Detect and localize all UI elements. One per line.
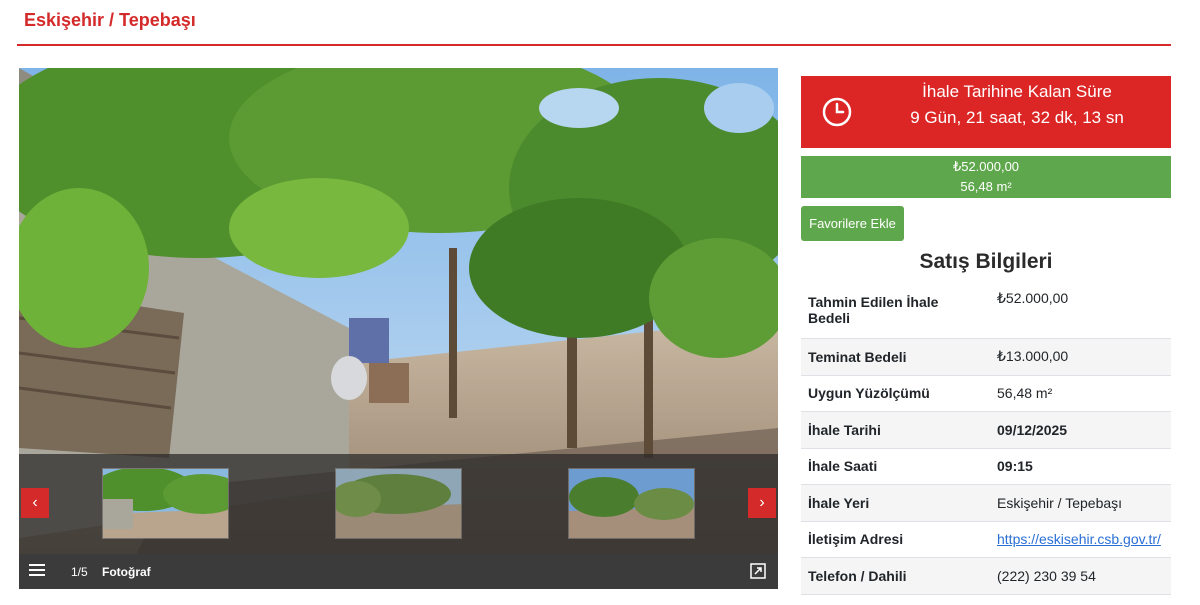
table-row: İletişim Adresi https://eskisehir.csb.go… xyxy=(801,521,1171,558)
table-row: Uygun Yüzölçümü 56,48 m² xyxy=(801,375,1171,412)
countdown-box: İhale Tarihine Kalan Süre 9 Gün, 21 saat… xyxy=(801,76,1171,148)
row-value: ₺13.000,00 xyxy=(990,338,1171,376)
row-label: Uygun Yüzölçümü xyxy=(801,375,990,412)
row-label: İhale Tarihi xyxy=(801,411,990,449)
sales-heading: Satış Bilgileri xyxy=(919,250,1053,273)
next-photo-glyph: › xyxy=(759,494,765,511)
row-value: 09/12/2025 xyxy=(990,411,1171,449)
menu-icon[interactable] xyxy=(29,564,45,578)
countdown-title: İhale Tarihine Kalan Süre xyxy=(922,82,1112,101)
row-value: ₺52.000,00 xyxy=(990,282,1171,339)
row-value: 09:15 xyxy=(990,448,1171,485)
row-value: Eskişehir / Tepebaşı xyxy=(990,484,1171,522)
area-value: 56,48 m² xyxy=(960,179,1012,194)
thumbnail-1[interactable] xyxy=(102,468,229,539)
row-value: https://eskisehir.csb.gov.tr/ xyxy=(990,521,1171,558)
table-row: İhale Saati 09:15 xyxy=(801,448,1171,485)
thumbnail-strip: ‹ › xyxy=(19,454,778,554)
fullscreen-icon[interactable] xyxy=(750,563,766,579)
sales-info-table: Tahmin Edilen İhale Bedeli ₺52.000,00 Te… xyxy=(801,282,1171,595)
thumbnail-2[interactable] xyxy=(335,468,462,539)
title-divider xyxy=(17,44,1171,46)
table-row: Telefon / Dahili (222) 230 39 54 xyxy=(801,557,1171,595)
add-favorite-button[interactable]: Favorilere Ekle xyxy=(801,206,904,241)
photo-counter: 1/5 xyxy=(71,565,88,579)
contact-link[interactable]: https://eskisehir.csb.gov.tr/ xyxy=(997,531,1161,547)
table-row: İhale Yeri Eskişehir / Tepebaşı xyxy=(801,484,1171,522)
gallery-toolbar: 1/5 Fotoğraf xyxy=(19,554,778,589)
table-row: İhale Tarihi 09/12/2025 xyxy=(801,411,1171,449)
row-value: 56,48 m² xyxy=(990,375,1171,412)
clock-icon xyxy=(821,96,853,128)
prev-photo-glyph: ‹ xyxy=(32,494,38,511)
price-value: ₺52.000,00 xyxy=(952,159,1020,174)
row-label: İhale Saati xyxy=(801,448,990,485)
thumbnail-3[interactable] xyxy=(568,468,695,539)
table-row: Tahmin Edilen İhale Bedeli ₺52.000,00 xyxy=(801,282,1171,339)
row-label: Tahmin Edilen İhale Bedeli xyxy=(801,282,990,339)
photo-gallery: ‹ › 1/5 Fotoğraf xyxy=(19,68,778,589)
row-value: (222) 230 39 54 xyxy=(990,557,1171,595)
row-label: Teminat Bedeli xyxy=(801,338,990,376)
countdown-value: 9 Gün, 21 saat, 32 dk, 13 sn xyxy=(910,108,1124,127)
price-summary: ₺52.000,00 56,48 m² xyxy=(801,156,1171,198)
chevron-left-icon[interactable]: ‹ xyxy=(21,488,49,518)
photo-label: Fotoğraf xyxy=(102,565,151,579)
chevron-right-icon[interactable]: › xyxy=(748,488,776,518)
page-title: Eskişehir / Tepebaşı xyxy=(24,10,196,30)
table-row: Teminat Bedeli ₺13.000,00 xyxy=(801,338,1171,376)
row-label: Telefon / Dahili xyxy=(801,557,990,595)
row-label: İhale Yeri xyxy=(801,484,990,522)
row-label: İletişim Adresi xyxy=(801,521,990,558)
